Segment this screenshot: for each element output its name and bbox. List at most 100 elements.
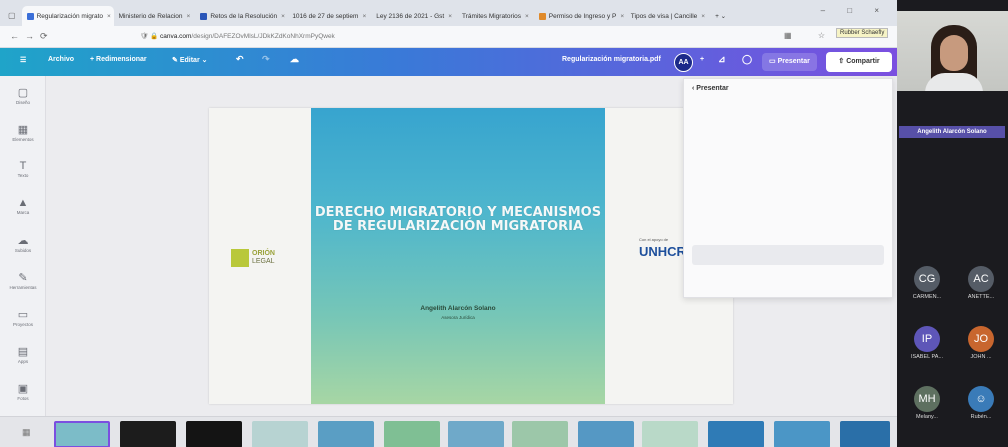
page-thumbnail[interactable] <box>448 421 504 447</box>
site-favicon-icon <box>200 12 208 20</box>
page-thumbnail[interactable] <box>186 421 242 447</box>
sidebar-item-uploads[interactable]: ☁ Subidos <box>0 234 46 253</box>
participant-tile[interactable]: ☺ Rubén... <box>957 386 1005 420</box>
tab-search-icon[interactable]: ▢ <box>8 11 16 20</box>
page-thumbnail[interactable] <box>384 421 440 447</box>
cloud-save-icon[interactable]: ☁ <box>290 54 299 65</box>
new-tab-button[interactable]: + ⌄ <box>710 6 731 26</box>
logo-mark <box>231 249 249 267</box>
participant-avatar: MH <box>914 386 940 412</box>
browser-tab[interactable]: Retos de la Resolución × <box>195 6 287 26</box>
elements-icon: ▦ <box>17 124 29 136</box>
page-filmstrip: ▦ <box>0 416 897 447</box>
slide-title-panel: DERECHO MIGRATORIO Y MECANISMOS DE REGUL… <box>311 108 605 404</box>
browser-tab[interactable]: Regularización migrato × <box>21 6 114 26</box>
browser-window: ▢ Regularización migrato × Ministerio de … <box>0 0 897 447</box>
page-thumbnail[interactable] <box>252 421 308 447</box>
page-thumbnail[interactable] <box>642 421 698 447</box>
page-thumbnail[interactable] <box>120 421 176 447</box>
participant-tile[interactable]: IP ISABEL PA... <box>903 326 951 360</box>
side-panel: ▢ Diseño ▦ Elementos T Texto ▲ Marca ☁ Subido… <box>0 76 46 447</box>
canva-toolbar: ☰ Archivo + Redimensionar ✎ Editar ⌄ ↶ ↷… <box>0 48 897 76</box>
redo-icon[interactable]: ↷ <box>262 54 270 65</box>
browser-tab[interactable]: 1016 de 27 de septiem × <box>287 6 371 26</box>
folder-icon: ▭ <box>17 309 29 321</box>
browser-tab[interactable]: Tipos de visa | Cancille × <box>626 6 710 26</box>
shield-icon: 🛡 🔒 <box>140 33 160 40</box>
orion-legal-logo: ORIÓN LEGAL <box>231 249 275 267</box>
file-menu[interactable]: Archivo <box>48 56 74 63</box>
draw-icon: ✎ <box>18 272 28 284</box>
sidebar-item-brand[interactable]: ▲ Marca <box>0 197 46 215</box>
sidebar-item-photos[interactable]: ▣ Fotos <box>0 382 46 401</box>
share-button[interactable]: ⇧ Compartir <box>826 52 892 72</box>
close-icon[interactable]: × <box>187 13 191 20</box>
window-controls[interactable]: – □ × <box>821 6 889 15</box>
brand-icon: ▲ <box>17 197 29 209</box>
present-button[interactable]: ▭ Presentar <box>762 53 817 71</box>
analytics-icon[interactable]: ⊿ <box>718 54 726 65</box>
canva-favicon-icon <box>26 12 34 20</box>
slide-title: DERECHO MIGRATORIO Y MECANISMOS DE REGUL… <box>314 205 602 234</box>
browser-tab[interactable]: Trámites Migratorios × <box>457 6 534 26</box>
edit-menu[interactable]: ✎ Editar ⌄ <box>172 56 207 64</box>
participant-tile[interactable]: MH Melany... <box>903 386 951 420</box>
sidebar-item-apps[interactable]: ▤ Apps <box>0 345 46 364</box>
grid-view-icon[interactable]: ▦ <box>22 427 31 438</box>
browser-tab[interactable]: Ministerio de Relacion × <box>114 6 196 26</box>
url-field[interactable]: 🛡 🔒 canva.com/design/DAFEZOvMlsL/JDkKZdK… <box>140 30 740 44</box>
resize-menu[interactable]: + Redimensionar <box>90 56 147 63</box>
close-icon[interactable]: × <box>107 13 111 20</box>
page-thumbnail[interactable] <box>708 421 764 447</box>
present-panel-back[interactable]: ‹ Presentar <box>692 85 729 92</box>
close-icon[interactable]: × <box>525 13 529 20</box>
unhcr-logo: Con el apoyo de UNHCR <box>639 237 686 259</box>
participant-avatar: JO <box>968 326 994 352</box>
sidebar-item-projects[interactable]: ▭ Proyectos <box>0 308 46 327</box>
page-thumbnail[interactable] <box>512 421 568 447</box>
nav-buttons[interactable]: ←→⟳ <box>10 31 54 42</box>
slide[interactable]: ORIÓN LEGAL DERECHO MIGRATORIO Y MECANIS… <box>209 108 733 404</box>
file-name[interactable]: Regularización migratoria.pdf <box>562 56 661 63</box>
sidebar-item-elements[interactable]: ▦ Elementos <box>0 123 46 142</box>
slide-role: Asesora Jurídica <box>441 315 475 320</box>
close-icon[interactable]: × <box>701 13 705 20</box>
sidebar-item-design[interactable]: ▢ Diseño <box>0 86 46 105</box>
comment-icon[interactable]: ◯ <box>742 54 752 65</box>
page-thumbnail[interactable] <box>774 421 830 447</box>
speaker-name-tag: Angelith Alarcón Solano <box>899 126 1005 138</box>
undo-icon[interactable]: ↶ <box>236 54 244 65</box>
close-icon[interactable]: × <box>448 13 452 20</box>
present-option[interactable] <box>692 245 884 265</box>
add-user-icon[interactable]: + <box>700 56 704 63</box>
sidebar-item-tools[interactable]: ✎ Herramientas <box>0 271 46 290</box>
user-avatar[interactable]: AA <box>674 53 693 72</box>
menu-icon[interactable]: ☰ <box>20 56 26 64</box>
participant-avatar: CG <box>914 266 940 292</box>
page-thumbnail[interactable] <box>578 421 634 447</box>
speaker-video <box>897 11 1008 91</box>
pencil-icon: ✎ <box>172 57 178 64</box>
meeting-video-column: Angelith Alarcón Solano CG CARMEN... AC AN… <box>897 0 1008 447</box>
sidebar-item-text[interactable]: T Texto <box>0 160 46 178</box>
close-icon[interactable]: × <box>620 13 624 20</box>
participant-tile[interactable]: AC ANETTE... <box>957 266 1005 300</box>
browser-tab[interactable]: Ley 2136 de 2021 - Gst × <box>371 6 457 26</box>
pencil-favicon-icon <box>538 12 546 20</box>
apps-icon: ▤ <box>17 346 29 358</box>
page-thumbnail[interactable] <box>318 421 374 447</box>
close-icon[interactable]: × <box>281 13 285 20</box>
tab-strip: ▢ Regularización migrato × Ministerio de … <box>0 0 897 26</box>
chevron-left-icon: ‹ <box>692 85 695 92</box>
participant-tile[interactable]: CG CARMEN... <box>903 266 951 300</box>
participant-tile[interactable]: JO JOHN ... <box>957 326 1005 360</box>
upload-icon: ⇧ <box>838 58 845 65</box>
page-thumbnail[interactable] <box>840 421 890 447</box>
browser-tab[interactable]: Permiso de Ingreso y P × <box>534 6 626 26</box>
photo-icon: ▣ <box>17 383 29 395</box>
monitor-icon: ▭ <box>769 58 776 65</box>
page-thumbnail[interactable] <box>54 421 110 447</box>
slide-author: Angelith Alarcón Solano <box>420 305 496 312</box>
bookmark-star-icon[interactable]: ▦ ☆ <box>784 31 837 40</box>
close-icon[interactable]: × <box>362 13 366 20</box>
